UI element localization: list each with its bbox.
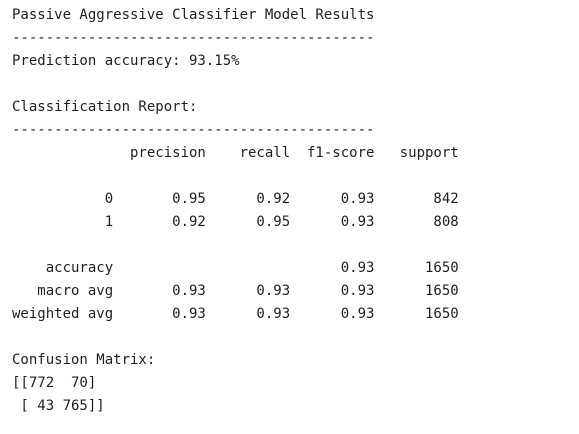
divider-line: ----------------------------------------… — [12, 30, 375, 46]
divider-line: ----------------------------------------… — [12, 122, 375, 138]
report-row-weighted-avg: weighted avg 0.93 0.93 0.93 1650 — [12, 306, 459, 322]
prediction-accuracy-line: Prediction accuracy: 93.15% — [12, 53, 240, 69]
confusion-matrix-row-2: [ 43 765]] — [12, 398, 105, 414]
report-row-class-1: 1 0.92 0.95 0.93 808 — [12, 214, 459, 230]
confusion-matrix-row-1: [[772 70] — [12, 375, 97, 391]
output-text: Passive Aggressive Classifier Model Resu… — [12, 4, 459, 418]
report-row-accuracy: accuracy 0.93 1650 — [12, 260, 459, 276]
notebook-output-cell: Passive Aggressive Classifier Model Resu… — [0, 0, 579, 434]
report-header-row: precision recall f1-score support — [12, 145, 459, 161]
confusion-matrix-heading: Confusion Matrix: — [12, 352, 156, 368]
classification-report-heading: Classification Report: — [12, 99, 198, 115]
output-title-line: Passive Aggressive Classifier Model Resu… — [12, 7, 375, 23]
report-row-class-0: 0 0.95 0.92 0.93 842 — [12, 191, 459, 207]
report-row-macro-avg: macro avg 0.93 0.93 0.93 1650 — [12, 283, 459, 299]
